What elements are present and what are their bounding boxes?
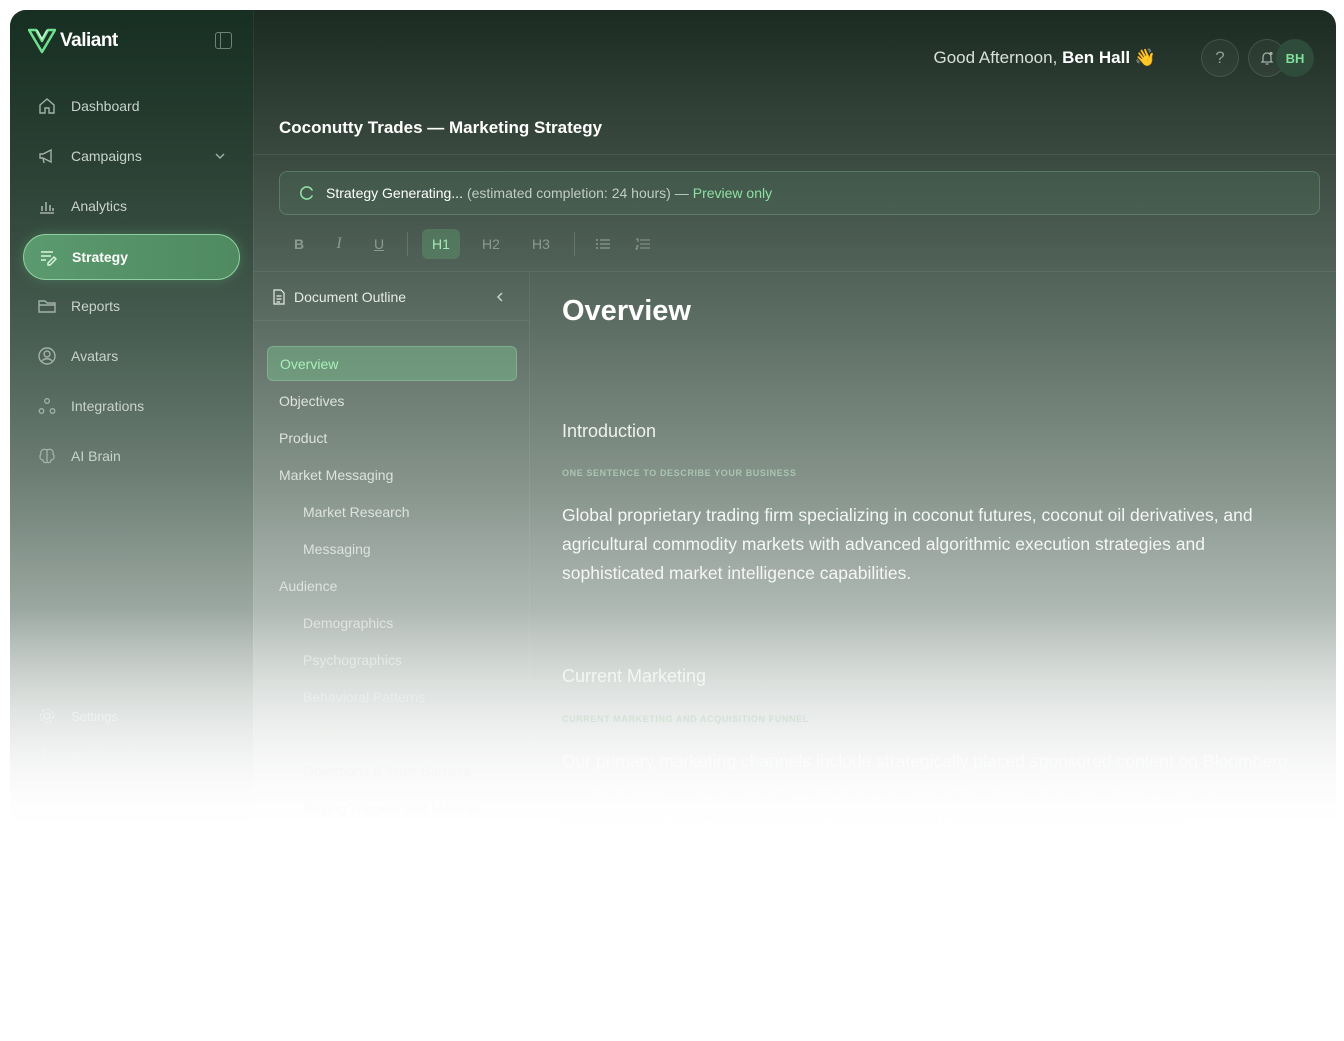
integrations-icon [37,396,57,416]
help-button[interactable]: ? [1201,39,1239,77]
bold-button[interactable]: B [279,229,319,259]
heading3-button[interactable]: H3 [516,229,566,259]
sidebar-item-book-call[interactable]: Book a call [23,741,238,771]
sidebar: Valiant Dashboard Campaigns Analytics St… [10,10,253,830]
sidebar-item-integrations[interactable]: Integrations [23,384,238,428]
outline-item-audience[interactable]: Audience [267,568,517,603]
outline-item-objections[interactable]: Objections & Trust Barriers [267,753,517,788]
generation-status-banner: Strategy Generating... (estimated comple… [279,171,1320,215]
chevron-left-icon[interactable] [494,290,506,308]
logo[interactable]: Valiant [28,28,118,54]
sidebar-item-analytics[interactable]: Analytics [23,184,238,228]
app-window: Valiant Dashboard Campaigns Analytics St… [10,10,1336,830]
page-title: Coconutty Trades — Marketing Strategy [279,118,603,137]
sidebar-item-label: Book a call [71,748,135,764]
brain-icon [37,446,57,466]
gear-icon [37,708,57,724]
content-heading: Overview [562,295,691,327]
toolbar-divider [574,232,575,256]
avatar[interactable]: BH [1276,39,1314,77]
section-title: Introduction [562,421,657,441]
italic-button[interactable]: I [319,229,359,259]
section-body[interactable]: Global proprietary trading firm speciali… [562,501,1307,588]
status-label: Strategy Generating... [326,185,463,201]
sidebar-item-label: Analytics [71,198,128,214]
sidebar-toggle-icon[interactable] [215,32,232,49]
numbered-list-icon[interactable] [623,229,663,259]
user-circle-icon [37,346,57,366]
strategy-icon [38,247,58,267]
outline-item-objectives[interactable]: Objectives [267,383,517,418]
outline-item-behavioral-patterns[interactable]: Behavioral Patterns [267,679,517,714]
sidebar-item-ai-brain[interactable]: AI Brain [23,434,238,478]
folder-icon [37,296,57,316]
bell-icon [1260,51,1274,65]
sidebar-item-label: Campaigns [71,148,142,164]
section-caption: ONE SENTENCE TO DESCRIBE YOUR BUSINESS [562,468,797,478]
outline-item-product[interactable]: Product [267,420,517,455]
main-panel: Good Afternoon, Ben Hall 👋 ? BH Coconutt… [253,10,1336,830]
outline-item-messaging[interactable]: Messaging [267,531,517,566]
greeting: Good Afternoon, Ben Hall 👋 [934,48,1157,68]
underline-button[interactable]: U [359,229,399,259]
chevron-down-icon[interactable] [214,149,226,165]
bullet-list-icon[interactable] [583,229,623,259]
outline-item-solution-awareness[interactable]: Solution Awareness [267,716,517,751]
sidebar-item-label: Strategy [72,249,129,265]
section-body[interactable]: Our primary marketing channels include s… [562,747,1307,830]
user-name: Ben Hall [1062,48,1131,67]
outline-item-market-messaging[interactable]: Market Messaging [267,457,517,492]
outline-item-demographics[interactable]: Demographics [267,605,517,640]
sidebar-item-label: Integrations [71,398,145,414]
sidebar-item-reports[interactable]: Reports [23,284,238,328]
outline-item-overview[interactable]: Overview [267,346,517,381]
sidebar-item-dashboard[interactable]: Dashboard [23,84,238,128]
status-detail: (estimated completion: 24 hours) — [466,185,689,201]
sidebar-item-label: AI Brain [71,448,121,464]
sidebar-item-avatars[interactable]: Avatars [23,334,238,378]
wave-icon: 👋 [1134,48,1156,67]
valiant-logo-icon [28,28,56,54]
document-content[interactable]: Overview Introduction ONE SENTENCE TO DE… [562,272,1306,830]
megaphone-icon [37,146,57,166]
editor-toolbar: B I U H1 H2 H3 [279,228,663,260]
outline-header: Document Outline [272,289,406,305]
outline-title: Document Outline [294,289,407,305]
section-caption: CURRENT MARKETING AND ACQUISITION FUNNEL [562,714,809,724]
section-title: Current Marketing [562,666,707,686]
home-icon [37,96,57,116]
preview-badge: Preview only [692,185,773,201]
sidebar-item-label: Dashboard [71,98,140,114]
greeting-prefix: Good Afternoon, [933,48,1058,67]
phone-icon [37,748,57,764]
loading-spinner-icon [300,186,314,200]
divider [254,320,529,321]
sidebar-item-label: Settings [71,708,118,724]
logo-text: Valiant [60,30,118,51]
heading2-button[interactable]: H2 [466,229,516,259]
outline-item-psychographics[interactable]: Psychographics [267,642,517,677]
bar-chart-icon [37,196,57,216]
document-icon [272,289,286,305]
sidebar-item-settings[interactable]: Settings [23,701,238,731]
sidebar-item-campaigns[interactable]: Campaigns [23,134,238,178]
toolbar-divider [407,232,408,256]
document-outline: Document Outline Overview Objectives Pro… [254,272,530,830]
sidebar-item-label: Avatars [71,348,119,364]
sidebar-item-label: Reports [71,298,121,314]
question-icon: ? [1215,48,1225,67]
heading1-button[interactable]: H1 [422,229,460,259]
divider [254,154,1336,155]
sidebar-item-strategy[interactable]: Strategy [23,234,240,280]
outline-item-buying-triggers[interactable]: Buying Triggers and Motivati... [267,790,517,825]
outline-item-market-research[interactable]: Market Research [267,494,517,529]
